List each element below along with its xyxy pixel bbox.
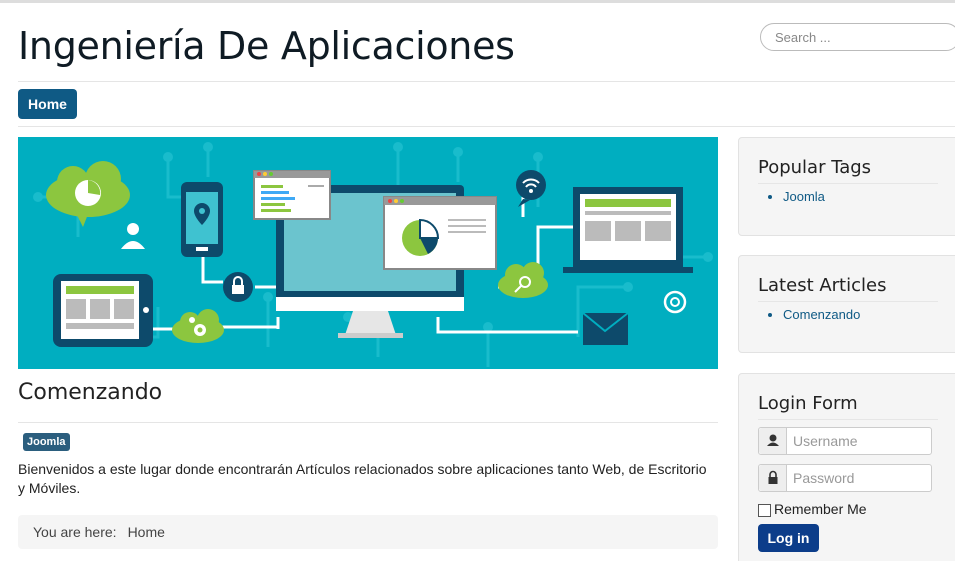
search-input[interactable]: [775, 30, 945, 45]
top-border: [0, 0, 955, 3]
password-input[interactable]: [793, 470, 923, 486]
remember-me[interactable]: Remember Me: [758, 501, 867, 517]
password-field[interactable]: [758, 464, 932, 492]
lock-icon: [759, 465, 787, 491]
module-divider: [758, 419, 938, 420]
header-divider: [18, 81, 955, 82]
popular-tags-module: Popular Tags Joomla: [738, 137, 955, 236]
module-divider: [758, 301, 938, 302]
tag-link-joomla[interactable]: Joomla: [783, 189, 825, 204]
banner-image: [18, 137, 718, 369]
article-body: Bienvenidos a este lugar donde encontrar…: [18, 461, 707, 496]
username-input[interactable]: [793, 433, 923, 449]
popular-tags-list: Joomla: [783, 189, 825, 204]
article-title[interactable]: Comenzando: [18, 380, 162, 405]
username-field[interactable]: [758, 427, 932, 455]
breadcrumb: You are here: Home: [18, 515, 718, 549]
breadcrumb-prefix: You are here:: [33, 524, 117, 540]
remember-me-checkbox[interactable]: [758, 504, 771, 517]
login-form-title: Login Form: [758, 393, 858, 414]
article-tag-badge[interactable]: Joomla: [23, 433, 70, 451]
latest-articles-title: Latest Articles: [758, 275, 887, 296]
latest-articles-list: Comenzando: [783, 307, 860, 322]
site-title[interactable]: Ingeniería De Aplicaciones: [18, 24, 515, 68]
user-icon: [759, 428, 787, 454]
search-box[interactable]: [760, 23, 955, 51]
nav-home-button[interactable]: Home: [18, 89, 77, 119]
breadcrumb-home-link[interactable]: Home: [128, 524, 165, 540]
article-divider: [18, 422, 718, 423]
nav-divider: [18, 126, 955, 127]
remember-me-label: Remember Me: [774, 501, 867, 517]
module-divider: [758, 183, 938, 184]
article-link-comenzando[interactable]: Comenzando: [783, 307, 860, 322]
latest-articles-module: Latest Articles Comenzando: [738, 255, 955, 353]
login-button[interactable]: Log in: [758, 524, 819, 552]
popular-tags-title: Popular Tags: [758, 157, 872, 178]
